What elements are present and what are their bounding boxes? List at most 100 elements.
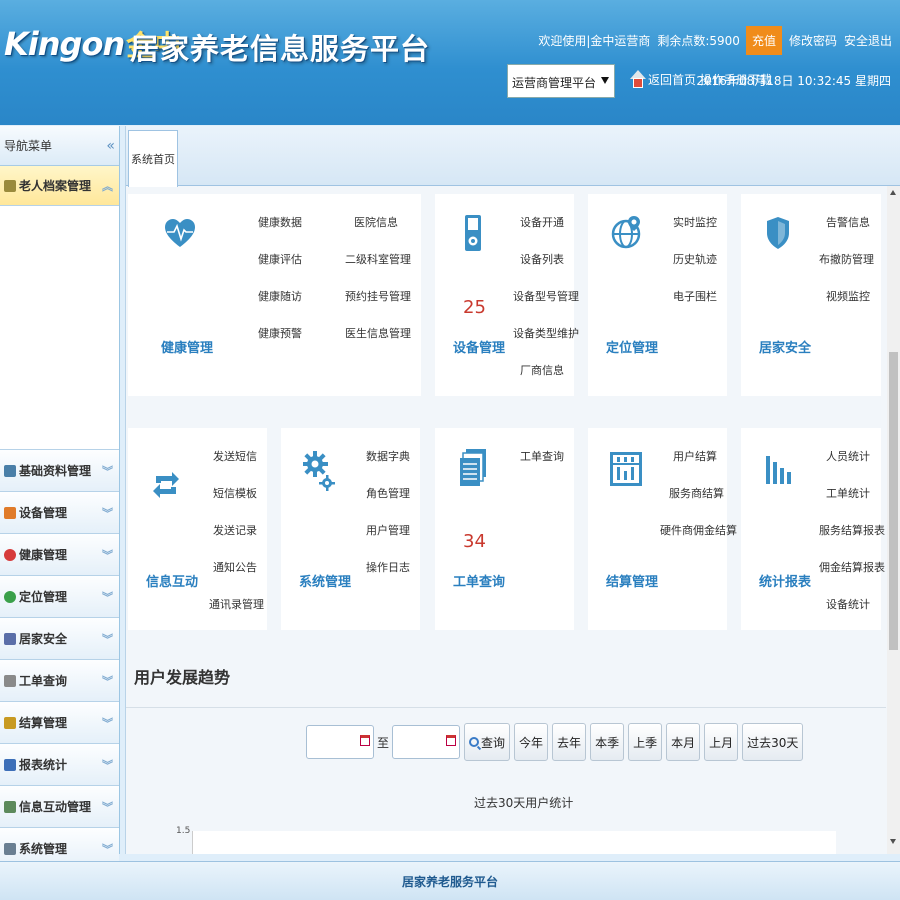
scroll-up-icon[interactable] [890, 190, 896, 195]
link-history-track[interactable]: 历史轨迹 [673, 251, 717, 267]
this-month-button[interactable]: 本月 [666, 723, 701, 761]
calendar-icon[interactable] [446, 735, 457, 746]
link-device-activate[interactable]: 设备开通 [520, 214, 564, 230]
link-person-stats[interactable]: 人员统计 [826, 448, 870, 464]
chevron-down-icon: ︾ [102, 590, 113, 604]
card-health: 健康管理 健康数据 健康评估 健康随访 健康预警 医院信息 二级科室管理 预约挂… [128, 194, 421, 396]
home-link[interactable]: 返回首页 [648, 71, 696, 88]
logout-link[interactable]: 安全退出 [844, 32, 892, 49]
card-report-title[interactable]: 统计报表 [759, 571, 811, 590]
last-quarter-button[interactable]: 上季 [628, 723, 663, 761]
card-message: 信息互动 发送短信 短信模板 发送记录 通知公告 通讯录管理 [128, 428, 267, 630]
sidebar-item-label: 信息互动管理 [19, 800, 92, 814]
end-date-input[interactable] [392, 725, 461, 759]
last-month-button[interactable]: 上月 [704, 723, 739, 761]
link-arm-disarm[interactable]: 布撤防管理 [819, 251, 874, 267]
link-doctor-manage[interactable]: 医生信息管理 [345, 325, 411, 341]
link-data-dictionary[interactable]: 数据字典 [366, 448, 410, 464]
card-device-title[interactable]: 设备管理 [453, 337, 505, 356]
link-contacts[interactable]: 通讯录管理 [209, 596, 264, 612]
this-year-button[interactable]: 今年 [514, 723, 549, 761]
link-realtime-monitor[interactable]: 实时监控 [673, 214, 717, 230]
card-settlement: 结算管理 用户结算 服务商结算 硬件商佣金结算 [588, 428, 737, 630]
link-alarm-info[interactable]: 告警信息 [826, 214, 870, 230]
link-device-list[interactable]: 设备列表 [520, 251, 564, 267]
link-workorder-query[interactable]: 工单查询 [520, 448, 564, 464]
app-title: 居家养老信息服务平台 [130, 32, 431, 66]
card-system-title[interactable]: 系统管理 [299, 571, 351, 590]
link-sms-template[interactable]: 短信模板 [213, 485, 257, 501]
documents-icon [460, 449, 486, 486]
chart-title: 过去30天用户统计 [474, 796, 574, 810]
link-health-warning[interactable]: 健康预警 [258, 325, 302, 341]
query-button-label: 查询 [481, 735, 506, 750]
sidebar-item-reports[interactable]: 报表统计 ︾ [0, 744, 119, 786]
last-30-days-button[interactable]: 过去30天 [742, 723, 804, 761]
card-settlement-title[interactable]: 结算管理 [606, 571, 658, 590]
link-workorder-stats[interactable]: 工单统计 [826, 485, 870, 501]
scroll-thumb[interactable] [889, 352, 898, 650]
sidebar-item-label: 健康管理 [19, 548, 68, 562]
sidebar-item-elder-archive[interactable]: 老人档案管理 ︽ [0, 166, 119, 206]
card-message-title[interactable]: 信息互动 [146, 571, 198, 590]
link-appointment-manage[interactable]: 预约挂号管理 [345, 288, 411, 304]
link-department-manage[interactable]: 二级科室管理 [345, 251, 411, 267]
heart-icon [4, 548, 16, 561]
chevron-down-icon: ︾ [102, 674, 113, 688]
card-workorder-title[interactable]: 工单查询 [453, 571, 505, 590]
link-operation-log[interactable]: 操作日志 [366, 559, 410, 575]
query-button[interactable]: 查询 [464, 723, 511, 761]
vertical-scrollbar[interactable] [887, 186, 900, 854]
top-links: 欢迎使用|金中运营商 剩余点数:5900 充值 修改密码 安全退出 [531, 26, 892, 55]
abacus-icon [610, 452, 642, 486]
link-send-sms[interactable]: 发送短信 [213, 448, 257, 464]
sidebar-item-workorder[interactable]: 工单查询 ︾ [0, 660, 119, 702]
link-health-assessment[interactable]: 健康评估 [258, 251, 302, 267]
card-health-title[interactable]: 健康管理 [161, 337, 213, 356]
sidebar-item-health[interactable]: 健康管理 ︾ [0, 534, 119, 576]
sidebar-item-label: 老人档案管理 [19, 179, 92, 193]
link-commission-report[interactable]: 佣金结算报表 [819, 559, 885, 575]
link-health-data[interactable]: 健康数据 [258, 214, 302, 230]
sidebar-item-basic-data[interactable]: 基础资料管理 ︾ [0, 450, 119, 492]
link-send-record[interactable]: 发送记录 [213, 522, 257, 538]
link-device-model[interactable]: 设备型号管理 [513, 288, 579, 304]
this-quarter-button[interactable]: 本季 [590, 723, 625, 761]
platform-select[interactable]: 运营商管理平台 [507, 64, 615, 98]
link-provider-settlement[interactable]: 服务商结算 [669, 485, 724, 501]
link-hospital-info[interactable]: 医院信息 [354, 214, 398, 230]
tab-home[interactable]: 系统首页 [128, 130, 178, 187]
scroll-down-icon[interactable] [890, 839, 896, 844]
sidebar-item-location[interactable]: 定位管理 ︾ [0, 576, 119, 618]
device-count: 25 [463, 297, 486, 318]
change-password-link[interactable]: 修改密码 [789, 32, 837, 49]
link-service-settlement-report[interactable]: 服务结算报表 [819, 522, 885, 538]
link-video-monitor[interactable]: 视频监控 [826, 288, 870, 304]
sidebar-item-device[interactable]: 设备管理 ︾ [0, 492, 119, 534]
last-year-button[interactable]: 去年 [552, 723, 587, 761]
device-icon [465, 215, 481, 251]
card-security-title[interactable]: 居家安全 [759, 337, 811, 356]
recharge-button[interactable]: 充值 [745, 26, 782, 55]
card-location-title[interactable]: 定位管理 [606, 337, 658, 356]
link-device-stats[interactable]: 设备统计 [826, 596, 870, 612]
sidebar-item-settlement[interactable]: 结算管理 ︾ [0, 702, 119, 744]
link-user-settlement[interactable]: 用户结算 [673, 448, 717, 464]
link-vendor-info[interactable]: 厂商信息 [520, 362, 564, 378]
link-role-manage[interactable]: 角色管理 [366, 485, 410, 501]
sidebar-item-message[interactable]: 信息互动管理 ︾ [0, 786, 119, 828]
link-device-type[interactable]: 设备类型维护 [513, 325, 579, 341]
start-date-input[interactable] [306, 725, 374, 759]
calendar-icon[interactable] [360, 735, 370, 746]
chevron-down-icon: ︾ [102, 548, 113, 562]
link-hardware-commission[interactable]: 硬件商佣金结算 [660, 522, 737, 538]
device-icon [4, 506, 16, 519]
link-health-followup[interactable]: 健康随访 [258, 288, 302, 304]
message-icon [4, 800, 16, 813]
sidebar-item-home-security[interactable]: 居家安全 ︾ [0, 618, 119, 660]
document-icon [4, 674, 16, 687]
link-geofence[interactable]: 电子围栏 [673, 288, 717, 304]
link-user-manage[interactable]: 用户管理 [366, 522, 410, 538]
collapse-icon[interactable]: « [106, 138, 115, 154]
link-notice[interactable]: 通知公告 [213, 559, 257, 575]
